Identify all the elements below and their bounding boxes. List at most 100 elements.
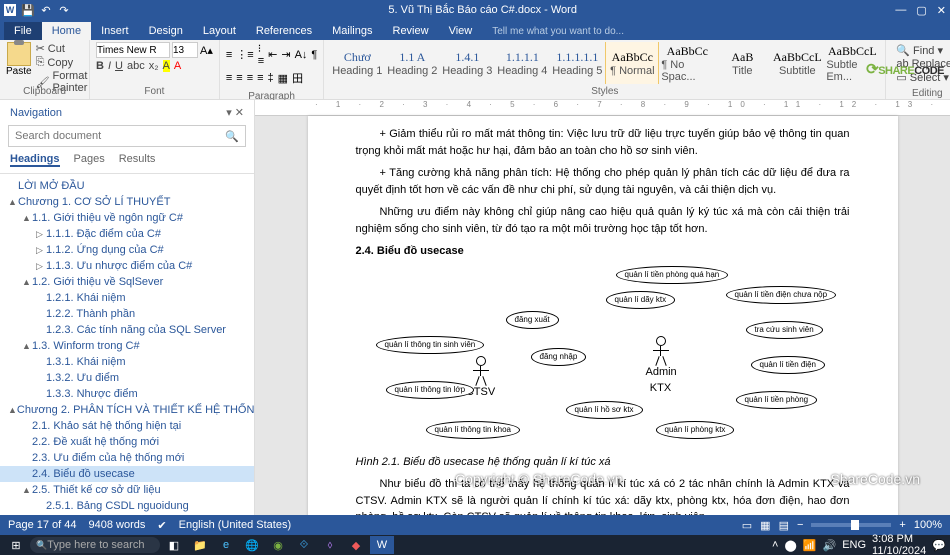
nav-item[interactable]: ▲ Chương 1. CƠ SỞ LÍ THUYẾT — [0, 194, 254, 210]
nav-item[interactable]: 2.1. Khảo sát hệ thống hiện tại — [0, 418, 254, 434]
nav-item[interactable]: ▷ 1.1.2. Ứng dụng của C# — [0, 242, 254, 258]
font-name-input[interactable] — [96, 42, 170, 58]
grow-font-icon[interactable]: A▴ — [200, 44, 213, 57]
tray-icon[interactable]: ⬤ — [784, 539, 796, 552]
italic-button[interactable]: I — [108, 60, 111, 72]
close-icon[interactable]: ✕ — [937, 4, 946, 17]
tab-view[interactable]: View — [439, 22, 483, 40]
notifications-icon[interactable]: 💬 — [932, 539, 946, 552]
redo-icon[interactable]: ↷ — [58, 4, 70, 16]
paragraph-text[interactable]: + Tăng cường khả năng phân tích: Hệ thốn… — [356, 165, 850, 198]
word-taskbar-icon[interactable]: W — [370, 536, 394, 554]
style-heading4[interactable]: 1.1.1.1Heading 4 — [495, 42, 549, 84]
style-normal[interactable]: AaBbCc¶ Normal — [605, 42, 659, 84]
document-area[interactable]: · 1 · 2 · 3 · 4 · 5 · 6 · 7 · 8 · 9 · 10… — [255, 100, 950, 515]
nav-item[interactable]: ▲ 1.2. Giới thiệu về SqlSever — [0, 274, 254, 290]
search-icon[interactable]: 🔍 — [225, 130, 239, 143]
replace-button[interactable]: ab Replace — [896, 58, 950, 70]
show-marks-icon[interactable]: ¶ — [311, 49, 317, 61]
highlight-button[interactable]: A — [163, 60, 170, 72]
app-icon[interactable]: ◉ — [266, 536, 290, 554]
shading-icon[interactable]: ▦ — [278, 72, 288, 85]
zoom-level[interactable]: 100% — [914, 519, 942, 531]
page-indicator[interactable]: Page 17 of 44 — [8, 519, 77, 531]
figure-caption[interactable]: Hình 2.1. Biểu đồ usecase hệ thống quản … — [356, 454, 850, 471]
nav-item[interactable]: ▲ 2.5. Thiết kế cơ sở dữ liệu — [0, 482, 254, 498]
vs-icon[interactable]: ⬨ — [318, 536, 342, 554]
select-button[interactable]: ▭ Select ▾ — [896, 71, 950, 84]
nav-item[interactable]: 1.3.3. Nhược điểm — [0, 386, 254, 402]
numbering-icon[interactable]: ⋮≡ — [236, 48, 253, 61]
style-heading2[interactable]: 1.1 AHeading 2 — [385, 42, 439, 84]
nav-item[interactable]: 2.3. Ưu điểm của hệ thống mới — [0, 450, 254, 466]
nav-item[interactable]: 1.2.3. Các tính năng của SQL Server — [0, 322, 254, 338]
style-heading1[interactable]: ChươHeading 1 — [330, 42, 384, 84]
sort-icon[interactable]: A↓ — [295, 49, 308, 61]
app-icon[interactable]: ◆ — [344, 536, 368, 554]
nav-item[interactable]: 1.2.2. Thành phần — [0, 306, 254, 322]
paste-button[interactable]: Paste — [6, 42, 32, 84]
borders-icon[interactable]: 田 — [292, 70, 303, 86]
task-view-icon[interactable]: ◧ — [162, 536, 186, 554]
tab-mailings[interactable]: Mailings — [322, 22, 382, 40]
nav-item[interactable]: 2.5.2. Bảng CSDL sinhvien — [0, 514, 254, 515]
nav-search[interactable]: 🔍 — [8, 125, 246, 147]
language-tray[interactable]: ENG — [842, 539, 866, 551]
nav-item[interactable]: 2.5.1. Bảng CSDL nguoidung — [0, 498, 254, 514]
ruler[interactable]: · 1 · 2 · 3 · 4 · 5 · 6 · 7 · 8 · 9 · 10… — [255, 100, 950, 116]
nav-item[interactable]: 1.2.1. Khái niệm — [0, 290, 254, 306]
edge-icon[interactable]: e — [214, 536, 238, 554]
style-title[interactable]: AaBTitle — [715, 42, 769, 84]
paragraph-text[interactable]: + Giảm thiểu rủi ro mất mát thông tin: V… — [356, 126, 850, 159]
tab-review[interactable]: Review — [383, 22, 439, 40]
vscode-icon[interactable]: ⟐ — [292, 536, 316, 554]
nav-tab-headings[interactable]: Headings — [10, 153, 60, 167]
bold-button[interactable]: B — [96, 60, 104, 72]
cut-button[interactable]: ✂ Cut — [36, 42, 88, 55]
tab-design[interactable]: Design — [139, 22, 193, 40]
web-layout-icon[interactable]: ▤ — [779, 519, 789, 532]
paragraph-text[interactable]: Những ưu điểm này không chỉ giúp nâng ca… — [356, 204, 850, 237]
nav-item[interactable]: 2.4. Biểu đồ usecase — [0, 466, 254, 482]
print-layout-icon[interactable]: ▦ — [760, 519, 770, 532]
tab-layout[interactable]: Layout — [193, 22, 246, 40]
zoom-slider[interactable] — [811, 523, 891, 527]
taskbar-search[interactable]: 🔍 Type here to search — [30, 537, 160, 553]
start-button[interactable]: ⊞ — [4, 536, 28, 554]
spellcheck-icon[interactable]: ✔ — [157, 519, 166, 532]
tab-references[interactable]: References — [246, 22, 322, 40]
nav-tab-results[interactable]: Results — [119, 153, 156, 167]
explorer-icon[interactable]: 📁 — [188, 536, 212, 554]
style-heading3[interactable]: 1.4.1Heading 3 — [440, 42, 494, 84]
tray-chevron-icon[interactable]: ˄ — [772, 539, 778, 551]
line-spacing-icon[interactable]: ‡ — [268, 72, 274, 84]
subscript-button[interactable]: x₂ — [149, 60, 159, 72]
undo-icon[interactable]: ↶ — [40, 4, 52, 16]
bullets-icon[interactable]: ≡ — [226, 49, 232, 61]
save-icon[interactable]: 💾 — [22, 4, 34, 16]
nav-item[interactable]: ▷ 1.1.3. Ưu nhược điểm của C# — [0, 258, 254, 274]
nav-item[interactable]: ▲ 1.1. Giới thiệu về ngôn ngữ C# — [0, 210, 254, 226]
word-count[interactable]: 9408 words — [89, 519, 146, 531]
nav-tab-pages[interactable]: Pages — [74, 153, 105, 167]
underline-button[interactable]: U — [115, 60, 123, 72]
nav-item[interactable]: 1.3.2. Ưu điểm — [0, 370, 254, 386]
copy-button[interactable]: ⎘ Copy — [36, 56, 88, 69]
justify-icon[interactable]: ≡ — [257, 72, 263, 84]
wifi-icon[interactable]: 📶 — [803, 539, 817, 552]
maximize-icon[interactable]: ▢ — [916, 4, 926, 17]
page[interactable]: + Giảm thiểu rủi ro mất mát thông tin: V… — [308, 116, 898, 515]
zoom-out-icon[interactable]: − — [797, 519, 803, 531]
style-subtleem[interactable]: AaBbCcLSubtle Em... — [825, 42, 879, 84]
nav-item[interactable]: LỜI MỞ ĐẦU — [0, 178, 254, 194]
tab-tellmewhatyouwanttodo[interactable]: Tell me what you want to do... — [482, 23, 634, 40]
align-left-icon[interactable]: ≡ — [226, 72, 232, 84]
style-heading5[interactable]: 1.1.1.1.1Heading 5 — [550, 42, 604, 84]
nav-search-input[interactable] — [15, 130, 225, 142]
font-color-button[interactable]: A — [174, 60, 181, 72]
style-subtitle[interactable]: AaBbCcLSubtitle — [770, 42, 824, 84]
tab-file[interactable]: File — [4, 22, 42, 40]
nav-item[interactable]: ▷ 1.1.1. Đặc điểm của C# — [0, 226, 254, 242]
multilevel-icon[interactable]: ⁝≡ — [258, 42, 264, 67]
tab-home[interactable]: Home — [42, 22, 91, 40]
